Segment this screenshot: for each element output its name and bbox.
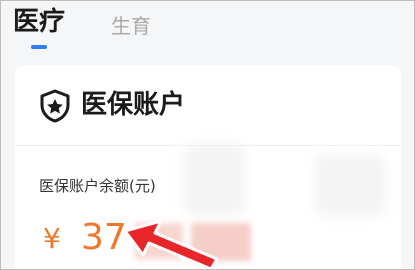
tab-medical[interactable]: 医疗 <box>13 5 65 39</box>
screenshot-frame: 医疗 生育 医保账户 医保账户余额(元) ¥ 37 <box>0 0 415 270</box>
tab-bar: 医疗 生育 <box>1 1 414 57</box>
blur-smudge <box>185 145 245 215</box>
blur-smudge <box>315 155 385 215</box>
shield-star-icon <box>39 89 71 123</box>
card-header: 医保账户 <box>15 65 401 146</box>
currency-symbol: ¥ <box>43 222 61 255</box>
balance-label: 医保账户余额(元) <box>39 177 156 195</box>
tab-maternity[interactable]: 生育 <box>111 9 151 43</box>
active-tab-indicator <box>31 45 47 49</box>
card-title: 医保账户 <box>81 90 186 120</box>
red-arrow-icon <box>117 219 227 269</box>
